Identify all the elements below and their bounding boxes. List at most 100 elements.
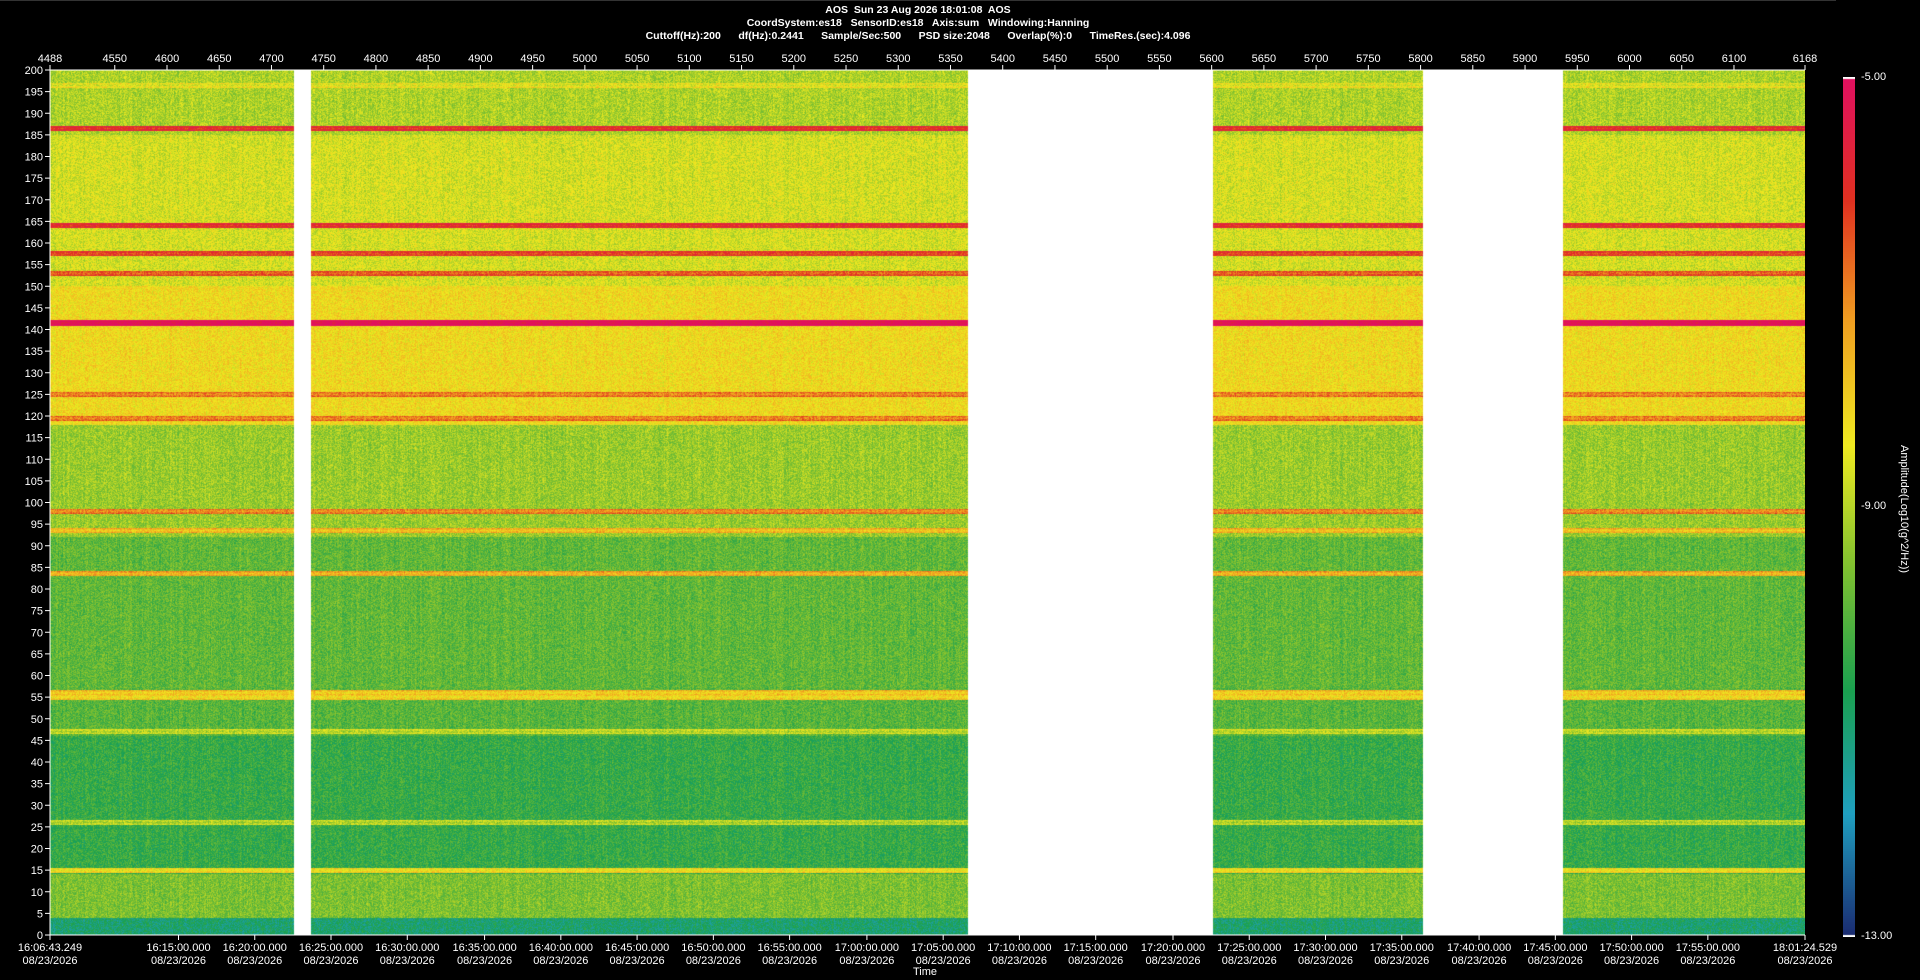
time-tick-label: 17:10:00.000 (987, 942, 1051, 954)
y-tick-label: 185 (25, 130, 43, 142)
time-tick-date: 08/23/2026 (1604, 955, 1659, 967)
time-tick-label: 16:25:00.000 (299, 942, 363, 954)
y-tick-label: 90 (31, 541, 43, 553)
time-tick-date: 08/23/2026 (151, 955, 206, 967)
top-tick-label: 5950 (1565, 53, 1589, 65)
time-tick-date: 08/23/2026 (610, 955, 665, 967)
top-tick-label: 4550 (103, 53, 127, 65)
y-tick-label: 20 (31, 844, 43, 856)
top-tick-label: 4600 (155, 53, 179, 65)
time-tick-label: 16:40:00.000 (529, 942, 593, 954)
y-tick-label: 170 (25, 195, 43, 207)
y-tick-label: 130 (25, 368, 43, 380)
top-tick-label: 5150 (729, 53, 753, 65)
top-tick-label: 4488 (38, 53, 62, 65)
top-tick-label: 6168 (1793, 53, 1817, 65)
y-tick-label: 150 (25, 281, 43, 293)
time-tick-date: 08/23/2026 (1298, 955, 1353, 967)
time-tick-label: 16:50:00.000 (681, 942, 745, 954)
time-tick-label: 17:35:00.000 (1370, 942, 1434, 954)
top-tick-label: 5750 (1356, 53, 1380, 65)
top-tick-label: 5400 (990, 53, 1014, 65)
y-tick-label: 175 (25, 173, 43, 185)
y-tick-label: 115 (25, 433, 43, 445)
spectrogram-axes: 0510152025303540455055606570758085909510… (18, 53, 1837, 978)
time-tick-date: 08/23/2026 (1777, 955, 1832, 967)
top-tick-label: 5900 (1513, 53, 1537, 65)
colorbar-label: Amplitude(Log10(g^2/Hz)) (1898, 445, 1910, 574)
time-tick-label: 16:15:00.000 (146, 942, 210, 954)
y-tick-label: 70 (31, 627, 43, 639)
top-tick-label: 5050 (625, 53, 649, 65)
time-tick-date: 08/23/2026 (1452, 955, 1507, 967)
colorbar-tick-max: -5.00 (1861, 71, 1887, 83)
top-tick-label: 5700 (1304, 53, 1328, 65)
time-tick-date: 08/23/2026 (1374, 955, 1429, 967)
y-tick-label: 65 (31, 649, 43, 661)
top-tick-label: 4800 (364, 53, 388, 65)
y-tick-label: 155 (25, 260, 43, 272)
time-tick-date: 08/23/2026 (762, 955, 817, 967)
top-tick-label: 5600 (1199, 53, 1223, 65)
top-tick-label: 6050 (1669, 53, 1693, 65)
top-tick-label: 5650 (1252, 53, 1276, 65)
y-tick-label: 135 (25, 346, 43, 358)
y-tick-label: 35 (31, 779, 43, 791)
y-tick-label: 5 (37, 908, 43, 920)
time-tick-label: 16:45:00.000 (605, 942, 669, 954)
time-tick-date: 08/23/2026 (533, 955, 588, 967)
time-tick-date: 08/23/2026 (1680, 955, 1735, 967)
y-tick-label: 165 (25, 216, 43, 228)
top-tick-label: 4650 (207, 53, 231, 65)
y-tick-label: 200 (25, 65, 43, 77)
y-tick-label: 180 (25, 152, 43, 164)
time-tick-label: 17:20:00.000 (1141, 942, 1205, 954)
time-tick-date: 08/23/2026 (303, 955, 358, 967)
top-tick-label: 4850 (416, 53, 440, 65)
time-tick-date: 08/23/2026 (227, 955, 282, 967)
y-tick-label: 10 (31, 887, 43, 899)
y-tick-label: 100 (25, 498, 43, 510)
y-tick-label: 95 (31, 519, 43, 531)
y-tick-label: 45 (31, 735, 43, 747)
time-tick-label: 17:50:00.000 (1599, 942, 1663, 954)
time-tick-label: 17:40:00.000 (1447, 942, 1511, 954)
top-tick-label: 5450 (1043, 53, 1067, 65)
time-tick-date: 08/23/2026 (22, 955, 77, 967)
time-tick-date: 08/23/2026 (839, 955, 894, 967)
time-tick-label: 17:05:00.000 (911, 942, 975, 954)
y-tick-label: 40 (31, 757, 43, 769)
x-axis-label: Time (913, 966, 937, 978)
y-tick-label: 50 (31, 714, 43, 726)
y-tick-label: 55 (31, 692, 43, 704)
time-tick-label: 17:55:00.000 (1676, 942, 1740, 954)
time-tick-date: 08/23/2026 (1145, 955, 1200, 967)
top-tick-label: 5100 (677, 53, 701, 65)
y-tick-label: 30 (31, 800, 43, 812)
top-tick-label: 4750 (311, 53, 335, 65)
time-tick-date: 08/23/2026 (1528, 955, 1583, 967)
time-tick-label: 16:06:43.249 (18, 942, 82, 954)
time-tick-date: 08/23/2026 (457, 955, 512, 967)
y-tick-label: 120 (25, 411, 43, 423)
colorbar-tick-min: -13.00 (1861, 930, 1893, 942)
y-tick-label: 110 (25, 454, 43, 466)
colorbar-tick-mid: -9.00 (1861, 500, 1887, 512)
top-index-axis: 4488 4550 4600 4650 4700 4750 4800 4850 4900 4950… (38, 53, 1817, 71)
y-tick-label: 160 (25, 238, 43, 250)
y-tick-label: 105 (25, 476, 43, 488)
top-tick-label: 5300 (886, 53, 910, 65)
top-tick-label: 5550 (1147, 53, 1171, 65)
time-axis: 16:06:43.24908/23/202616:15:00.00008/23/… (18, 934, 1837, 967)
time-tick-label: 17:15:00.000 (1064, 942, 1128, 954)
y-tick-label: 60 (31, 671, 43, 683)
time-tick-date: 08/23/2026 (380, 955, 435, 967)
y-tick-label: 0 (37, 930, 43, 942)
y-tick-label: 125 (25, 389, 43, 401)
time-tick-date: 08/23/2026 (1222, 955, 1277, 967)
time-tick-label: 16:35:00.000 (452, 942, 516, 954)
colorbar (1843, 77, 1855, 937)
y-tick-label: 190 (25, 108, 43, 120)
time-tick-label: 16:55:00.000 (757, 942, 821, 954)
time-tick-label: 17:45:00.000 (1523, 942, 1587, 954)
